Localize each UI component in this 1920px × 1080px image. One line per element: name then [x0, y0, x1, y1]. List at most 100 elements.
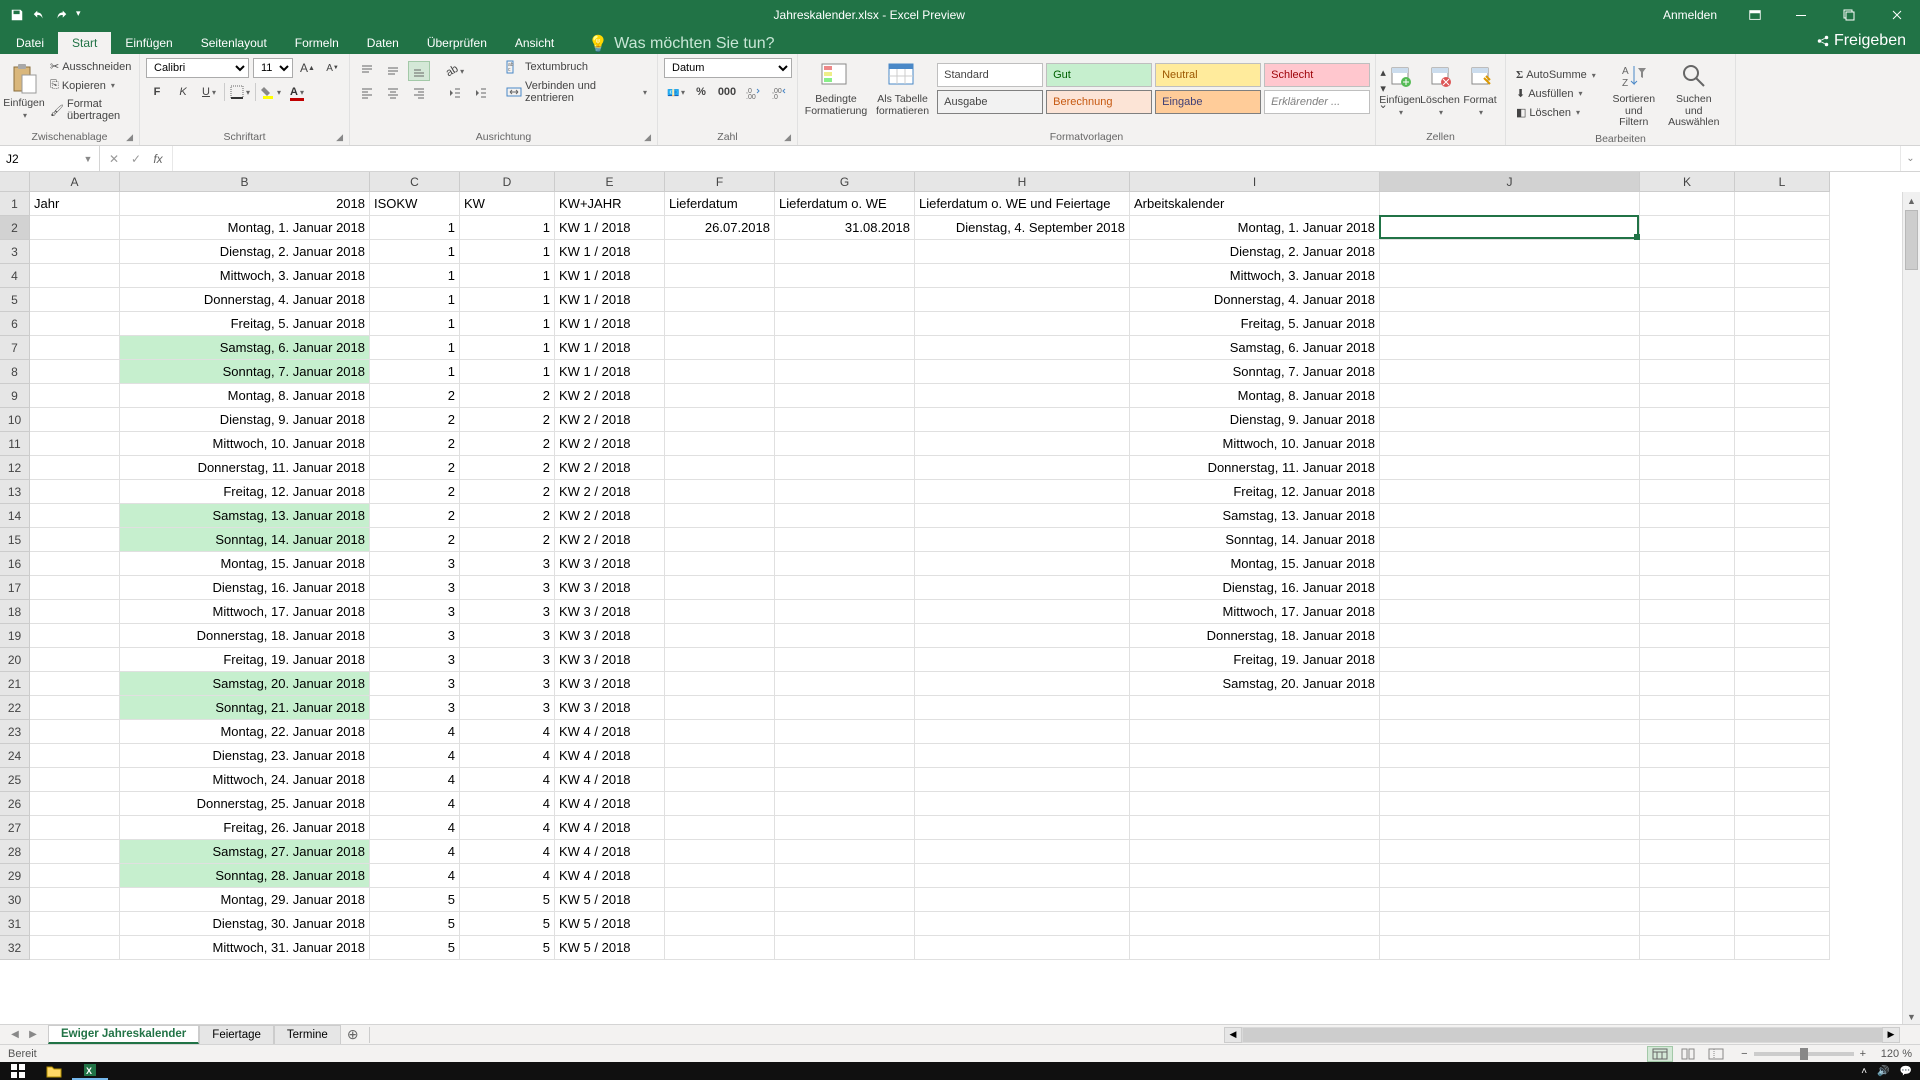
cell-F11[interactable] [665, 432, 775, 456]
cell-G20[interactable] [775, 648, 915, 672]
cell-J5[interactable] [1380, 288, 1640, 312]
cell-L6[interactable] [1735, 312, 1830, 336]
cell-A11[interactable] [30, 432, 120, 456]
cell-G26[interactable] [775, 792, 915, 816]
cell-H15[interactable] [915, 528, 1130, 552]
cell-L27[interactable] [1735, 816, 1830, 840]
column-header-E[interactable]: E [555, 172, 665, 192]
cell-H3[interactable] [915, 240, 1130, 264]
cell-D4[interactable]: 1 [460, 264, 555, 288]
cell-C11[interactable]: 2 [370, 432, 460, 456]
cell-E28[interactable]: KW 4 / 2018 [555, 840, 665, 864]
row-header-4[interactable]: 4 [0, 264, 30, 288]
cell-L18[interactable] [1735, 600, 1830, 624]
maximize-button[interactable] [1826, 0, 1872, 30]
paste-button[interactable]: Einfügen ▾ [6, 61, 42, 122]
cell-L11[interactable] [1735, 432, 1830, 456]
copy-button[interactable]: ⎘Kopieren▾ [46, 77, 135, 94]
cell-I14[interactable]: Samstag, 13. Januar 2018 [1130, 504, 1380, 528]
cell-A12[interactable] [30, 456, 120, 480]
cell-K32[interactable] [1640, 936, 1735, 960]
cell-I30[interactable] [1130, 888, 1380, 912]
cell-E16[interactable]: KW 3 / 2018 [555, 552, 665, 576]
cell-K3[interactable] [1640, 240, 1735, 264]
cell-J26[interactable] [1380, 792, 1640, 816]
cell-G31[interactable] [775, 912, 915, 936]
column-header-F[interactable]: F [665, 172, 775, 192]
close-button[interactable] [1874, 0, 1920, 30]
cell-H18[interactable] [915, 600, 1130, 624]
cell-F9[interactable] [665, 384, 775, 408]
sheet-tab-2[interactable]: Termine [274, 1025, 341, 1044]
cell-A9[interactable] [30, 384, 120, 408]
cell-G28[interactable] [775, 840, 915, 864]
cell-D18[interactable]: 3 [460, 600, 555, 624]
cell-C3[interactable]: 1 [370, 240, 460, 264]
cell-F2[interactable]: 26.07.2018 [665, 216, 775, 240]
cell-I4[interactable]: Mittwoch, 3. Januar 2018 [1130, 264, 1380, 288]
cell-A25[interactable] [30, 768, 120, 792]
row-header-22[interactable]: 22 [0, 696, 30, 720]
cell-C32[interactable]: 5 [370, 936, 460, 960]
cell-C17[interactable]: 3 [370, 576, 460, 600]
cell-A4[interactable] [30, 264, 120, 288]
cell-J24[interactable] [1380, 744, 1640, 768]
style-neutral[interactable]: Neutral [1155, 63, 1261, 87]
fill-color-button[interactable]: ▾ [260, 82, 282, 102]
cell-G17[interactable] [775, 576, 915, 600]
cell-H9[interactable] [915, 384, 1130, 408]
cell-J30[interactable] [1380, 888, 1640, 912]
row-header-17[interactable]: 17 [0, 576, 30, 600]
cell-F3[interactable] [665, 240, 775, 264]
cell-A27[interactable] [30, 816, 120, 840]
cell-H13[interactable] [915, 480, 1130, 504]
name-box-dropdown[interactable]: ▼ [80, 154, 96, 164]
cell-L15[interactable] [1735, 528, 1830, 552]
row-header-10[interactable]: 10 [0, 408, 30, 432]
cell-E20[interactable]: KW 3 / 2018 [555, 648, 665, 672]
cell-C25[interactable]: 4 [370, 768, 460, 792]
cell-K24[interactable] [1640, 744, 1735, 768]
cell-I29[interactable] [1130, 864, 1380, 888]
cell-G2[interactable]: 31.08.2018 [775, 216, 915, 240]
cell-H32[interactable] [915, 936, 1130, 960]
cell-G11[interactable] [775, 432, 915, 456]
cell-K21[interactable] [1640, 672, 1735, 696]
cell-A30[interactable] [30, 888, 120, 912]
decrease-decimal-button[interactable]: ,00,0 [768, 82, 790, 102]
cell-D7[interactable]: 1 [460, 336, 555, 360]
cell-B9[interactable]: Montag, 8. Januar 2018 [120, 384, 370, 408]
cell-G24[interactable] [775, 744, 915, 768]
cell-L19[interactable] [1735, 624, 1830, 648]
cell-F31[interactable] [665, 912, 775, 936]
cell-K11[interactable] [1640, 432, 1735, 456]
cell-B15[interactable]: Sonntag, 14. Januar 2018 [120, 528, 370, 552]
cell-F25[interactable] [665, 768, 775, 792]
cell-F14[interactable] [665, 504, 775, 528]
cell-H10[interactable] [915, 408, 1130, 432]
cell-G32[interactable] [775, 936, 915, 960]
cell-H2[interactable]: Dienstag, 4. September 2018 [915, 216, 1130, 240]
cell-C10[interactable]: 2 [370, 408, 460, 432]
cell-H16[interactable] [915, 552, 1130, 576]
cell-E12[interactable]: KW 2 / 2018 [555, 456, 665, 480]
cell-J3[interactable] [1380, 240, 1640, 264]
cell-B27[interactable]: Freitag, 26. Januar 2018 [120, 816, 370, 840]
cell-D2[interactable]: 1 [460, 216, 555, 240]
cell-C2[interactable]: 1 [370, 216, 460, 240]
cell-K28[interactable] [1640, 840, 1735, 864]
row-header-11[interactable]: 11 [0, 432, 30, 456]
cell-H11[interactable] [915, 432, 1130, 456]
cell-C15[interactable]: 2 [370, 528, 460, 552]
zoom-slider[interactable] [1754, 1052, 1854, 1056]
alignment-dialog-launcher[interactable]: ◢ [644, 132, 651, 143]
cell-H17[interactable] [915, 576, 1130, 600]
autosum-button[interactable]: ΣAutoSumme▾ [1512, 67, 1600, 83]
cell-G29[interactable] [775, 864, 915, 888]
cell-C4[interactable]: 1 [370, 264, 460, 288]
normal-view-button[interactable] [1647, 1046, 1673, 1062]
cell-A22[interactable] [30, 696, 120, 720]
cells-area[interactable]: Jahr2018ISOKWKWKW+JAHRLieferdatumLieferd… [30, 192, 1902, 1026]
cell-E8[interactable]: KW 1 / 2018 [555, 360, 665, 384]
row-header-24[interactable]: 24 [0, 744, 30, 768]
